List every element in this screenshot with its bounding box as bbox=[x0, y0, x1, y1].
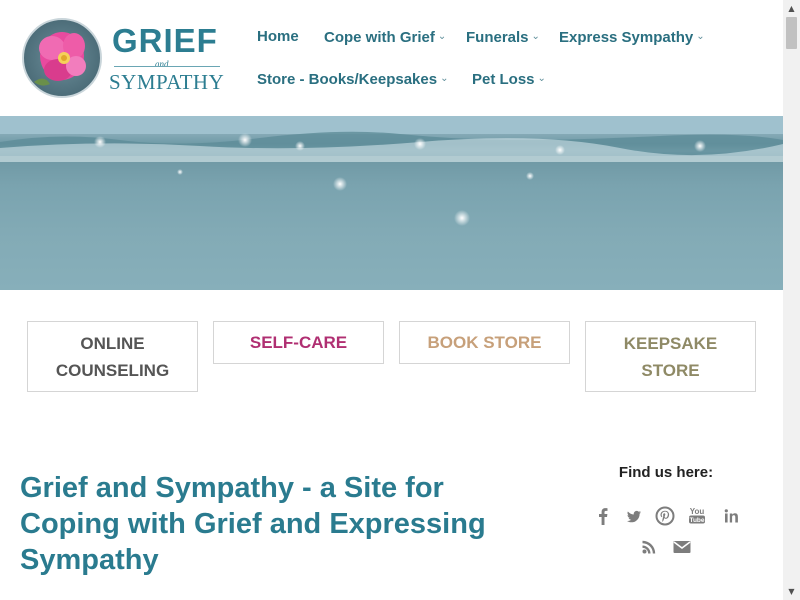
nav-home-label: Home bbox=[257, 28, 299, 45]
nav-cope-with-grief[interactable]: Cope with Grief ⌄ bbox=[324, 28, 446, 47]
page-title: Grief and Sympathy - a Site for Coping w… bbox=[20, 470, 560, 578]
logo-title: GRIEF bbox=[112, 22, 218, 59]
nav-store[interactable]: Store - Books/Keepsakes ⌄ bbox=[257, 70, 448, 89]
page-title-line1: Grief and Sympathy - a Site for bbox=[20, 472, 444, 504]
page-scrollbar[interactable]: ▲ ▼ bbox=[783, 0, 800, 600]
chevron-down-icon: ⌄ bbox=[531, 31, 540, 42]
scroll-thumb[interactable] bbox=[786, 17, 797, 49]
chevron-down-icon: ⌄ bbox=[537, 73, 546, 84]
online-counseling-line1: ONLINE bbox=[80, 333, 145, 353]
pinterest-icon[interactable] bbox=[654, 505, 676, 527]
keepsake-store-line1: KEEPSAKE bbox=[623, 333, 718, 353]
nav-pet-loss[interactable]: Pet Loss ⌄ bbox=[472, 70, 546, 89]
online-counseling-line2: COUNSELING bbox=[55, 360, 170, 380]
scroll-down-arrow-icon[interactable]: ▼ bbox=[783, 583, 800, 600]
self-care-button[interactable]: SELF-CARE bbox=[213, 321, 384, 364]
youtube-icon[interactable]: You Tube bbox=[686, 505, 708, 527]
logo-divider bbox=[114, 66, 220, 67]
keepsake-store-line2: STORE bbox=[641, 360, 700, 380]
page-title-line3: Sympathy bbox=[20, 544, 159, 576]
facebook-icon[interactable] bbox=[592, 505, 614, 527]
rose-logo-image bbox=[22, 18, 102, 98]
twitter-icon[interactable] bbox=[622, 505, 644, 527]
book-store-label: BOOK STORE bbox=[427, 333, 542, 352]
email-icon[interactable] bbox=[671, 536, 693, 558]
nav-funerals[interactable]: Funerals ⌄ bbox=[466, 28, 540, 47]
book-store-button[interactable]: BOOK STORE bbox=[399, 321, 570, 364]
svg-text:You: You bbox=[690, 507, 705, 516]
nav-cope-label: Cope with Grief bbox=[324, 29, 435, 46]
chevron-down-icon: ⌄ bbox=[440, 73, 449, 84]
nav-pet-loss-label: Pet Loss bbox=[472, 71, 535, 88]
linkedin-icon[interactable] bbox=[720, 505, 742, 527]
nav-express-label: Express Sympathy bbox=[559, 29, 694, 46]
scroll-up-arrow-icon[interactable]: ▲ bbox=[783, 0, 800, 17]
nav-express-sympathy[interactable]: Express Sympathy ⌄ bbox=[559, 28, 705, 47]
page-title-line2: Coping with Grief and Expressing bbox=[20, 508, 486, 540]
rss-icon[interactable] bbox=[638, 536, 660, 558]
keepsake-store-button[interactable]: KEEPSAKE STORE bbox=[585, 321, 756, 392]
logo-and: and bbox=[155, 59, 169, 69]
online-counseling-button[interactable]: ONLINE COUNSELING bbox=[27, 321, 198, 392]
site-header: GRIEF and SYMPATHY Home Cope with Grief ⌄… bbox=[0, 0, 783, 116]
nav-funerals-label: Funerals bbox=[466, 29, 529, 46]
svg-text:Tube: Tube bbox=[689, 517, 704, 524]
self-care-label: SELF-CARE bbox=[249, 333, 348, 352]
site-logo[interactable]: GRIEF and SYMPATHY bbox=[22, 18, 227, 100]
chevron-down-icon: ⌄ bbox=[437, 31, 447, 42]
logo-subtitle: SYMPATHY bbox=[109, 70, 225, 94]
find-us-heading: Find us here: bbox=[618, 464, 714, 481]
chevron-down-icon: ⌄ bbox=[696, 31, 705, 42]
nav-home[interactable]: Home bbox=[257, 28, 299, 46]
hero-banner-image bbox=[0, 116, 783, 290]
nav-store-label: Store - Books/Keepsakes bbox=[257, 71, 438, 88]
